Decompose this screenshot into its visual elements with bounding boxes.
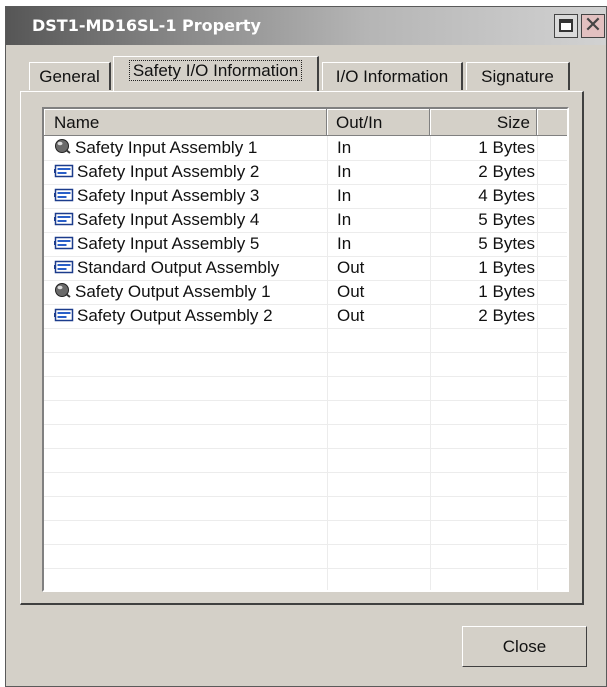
table-row[interactable]: Safety Input Assembly 4 In 5 Bytes [44, 208, 567, 233]
cell-size: 5 Bytes [478, 234, 535, 253]
tab-io-information[interactable]: I/O Information [322, 62, 463, 90]
empty-row [44, 544, 567, 569]
header-label: Size [496, 113, 530, 132]
cell-out-in: Out [337, 306, 365, 325]
close-button-label: Close [502, 637, 547, 656]
empty-row [44, 400, 567, 425]
empty-row [44, 472, 567, 497]
column-separator [537, 136, 538, 590]
cell-out-in: In [337, 138, 352, 157]
title-bar[interactable]: DST1-MD16SL-1 Property ✕ [6, 7, 606, 45]
io-assembly-list[interactable]: Name Out/In Size Safety Input Assembly 1… [42, 107, 569, 592]
maximize-icon [559, 19, 573, 32]
header-label: Out/In [336, 113, 383, 132]
table-row[interactable]: Safety Input Assembly 1 In 1 Bytes [44, 136, 567, 161]
empty-row [44, 448, 567, 473]
cell-out-in: In [337, 210, 352, 229]
cell-name-text: Safety Output Assembly 2 [77, 306, 273, 325]
tab-signature[interactable]: Signature [466, 62, 570, 90]
column-separator [430, 136, 431, 590]
maximize-button[interactable] [554, 14, 578, 38]
empty-row [44, 424, 567, 449]
table-row[interactable]: Safety Input Assembly 5 In 5 Bytes [44, 232, 567, 257]
cell-name-text: Safety Output Assembly 1 [75, 282, 271, 301]
cell-name: Safety Input Assembly 5 [54, 232, 259, 257]
cell-out-in: In [337, 234, 352, 253]
safety-sphere-icon [54, 137, 72, 161]
header-label: Name [54, 113, 100, 132]
io-card-icon [54, 185, 74, 209]
safety-sphere-icon [54, 281, 72, 305]
cell-size: 4 Bytes [478, 186, 535, 205]
cell-name: Safety Input Assembly 3 [54, 184, 259, 209]
tab-label: Signature [481, 67, 554, 86]
cell-name: Safety Output Assembly 2 [54, 304, 273, 329]
table-row[interactable]: Safety Output Assembly 2 Out 2 Bytes [44, 304, 567, 329]
cell-name-text: Safety Input Assembly 4 [77, 210, 260, 229]
tab-label: General [39, 67, 100, 86]
io-card-icon [54, 257, 74, 281]
empty-row [44, 376, 567, 401]
cell-name-text: Standard Output Assembly [77, 258, 280, 277]
tab-safety-io-information[interactable]: Safety I/O Information [113, 56, 319, 91]
cell-name-text: Safety Input Assembly 5 [77, 234, 260, 253]
cell-name: Standard Output Assembly [54, 256, 279, 281]
empty-row [44, 496, 567, 521]
column-header-filler [537, 109, 567, 136]
io-card-icon [54, 209, 74, 233]
cell-name-text: Safety Input Assembly 1 [75, 138, 258, 157]
header-cell: Out/In [327, 109, 429, 135]
cell-name-text: Safety Input Assembly 3 [77, 186, 260, 205]
cell-out-in: In [337, 162, 352, 181]
tab-general[interactable]: General [29, 62, 111, 90]
io-card-icon [54, 233, 74, 257]
header-cell: Name [44, 109, 326, 135]
cell-out-in: In [337, 186, 352, 205]
cell-name: Safety Input Assembly 4 [54, 208, 259, 233]
io-card-icon [54, 305, 74, 329]
cell-name: Safety Output Assembly 1 [54, 280, 271, 305]
table-row[interactable]: Standard Output Assembly Out 1 Bytes [44, 256, 567, 281]
cell-name-text: Safety Input Assembly 2 [77, 162, 260, 181]
table-row[interactable]: Safety Input Assembly 3 In 4 Bytes [44, 184, 567, 209]
cell-out-in: Out [337, 282, 365, 301]
cell-size: 1 Bytes [478, 282, 535, 301]
close-window-button[interactable]: ✕ [581, 14, 605, 38]
empty-row [44, 328, 567, 353]
empty-row [44, 352, 567, 377]
column-separator [327, 136, 328, 590]
table-row[interactable]: Safety Output Assembly 1 Out 1 Bytes [44, 280, 567, 305]
empty-row [44, 520, 567, 545]
table-row[interactable]: Safety Input Assembly 2 In 2 Bytes [44, 160, 567, 185]
cell-size: 5 Bytes [478, 210, 535, 229]
cell-name: Safety Input Assembly 1 [54, 136, 257, 161]
cell-size: 2 Bytes [478, 162, 535, 181]
header-cell [537, 109, 567, 135]
column-header-out-in[interactable]: Out/In [327, 109, 430, 136]
window-title: DST1-MD16SL-1 Property [32, 16, 261, 35]
header-cell: Size [430, 109, 536, 135]
cell-size: 2 Bytes [478, 306, 535, 325]
cell-out-in: Out [337, 258, 365, 277]
io-card-icon [54, 161, 74, 185]
tab-label: Safety I/O Information [128, 60, 303, 81]
cell-name: Safety Input Assembly 2 [54, 160, 259, 185]
close-button[interactable]: Close [462, 626, 587, 667]
column-header-size[interactable]: Size [430, 109, 537, 136]
close-icon: ✕ [583, 13, 603, 38]
empty-row [44, 568, 567, 590]
column-header-name[interactable]: Name [44, 109, 327, 136]
cell-size: 1 Bytes [478, 258, 535, 277]
cell-size: 1 Bytes [478, 138, 535, 157]
tab-label: I/O Information [335, 67, 449, 86]
